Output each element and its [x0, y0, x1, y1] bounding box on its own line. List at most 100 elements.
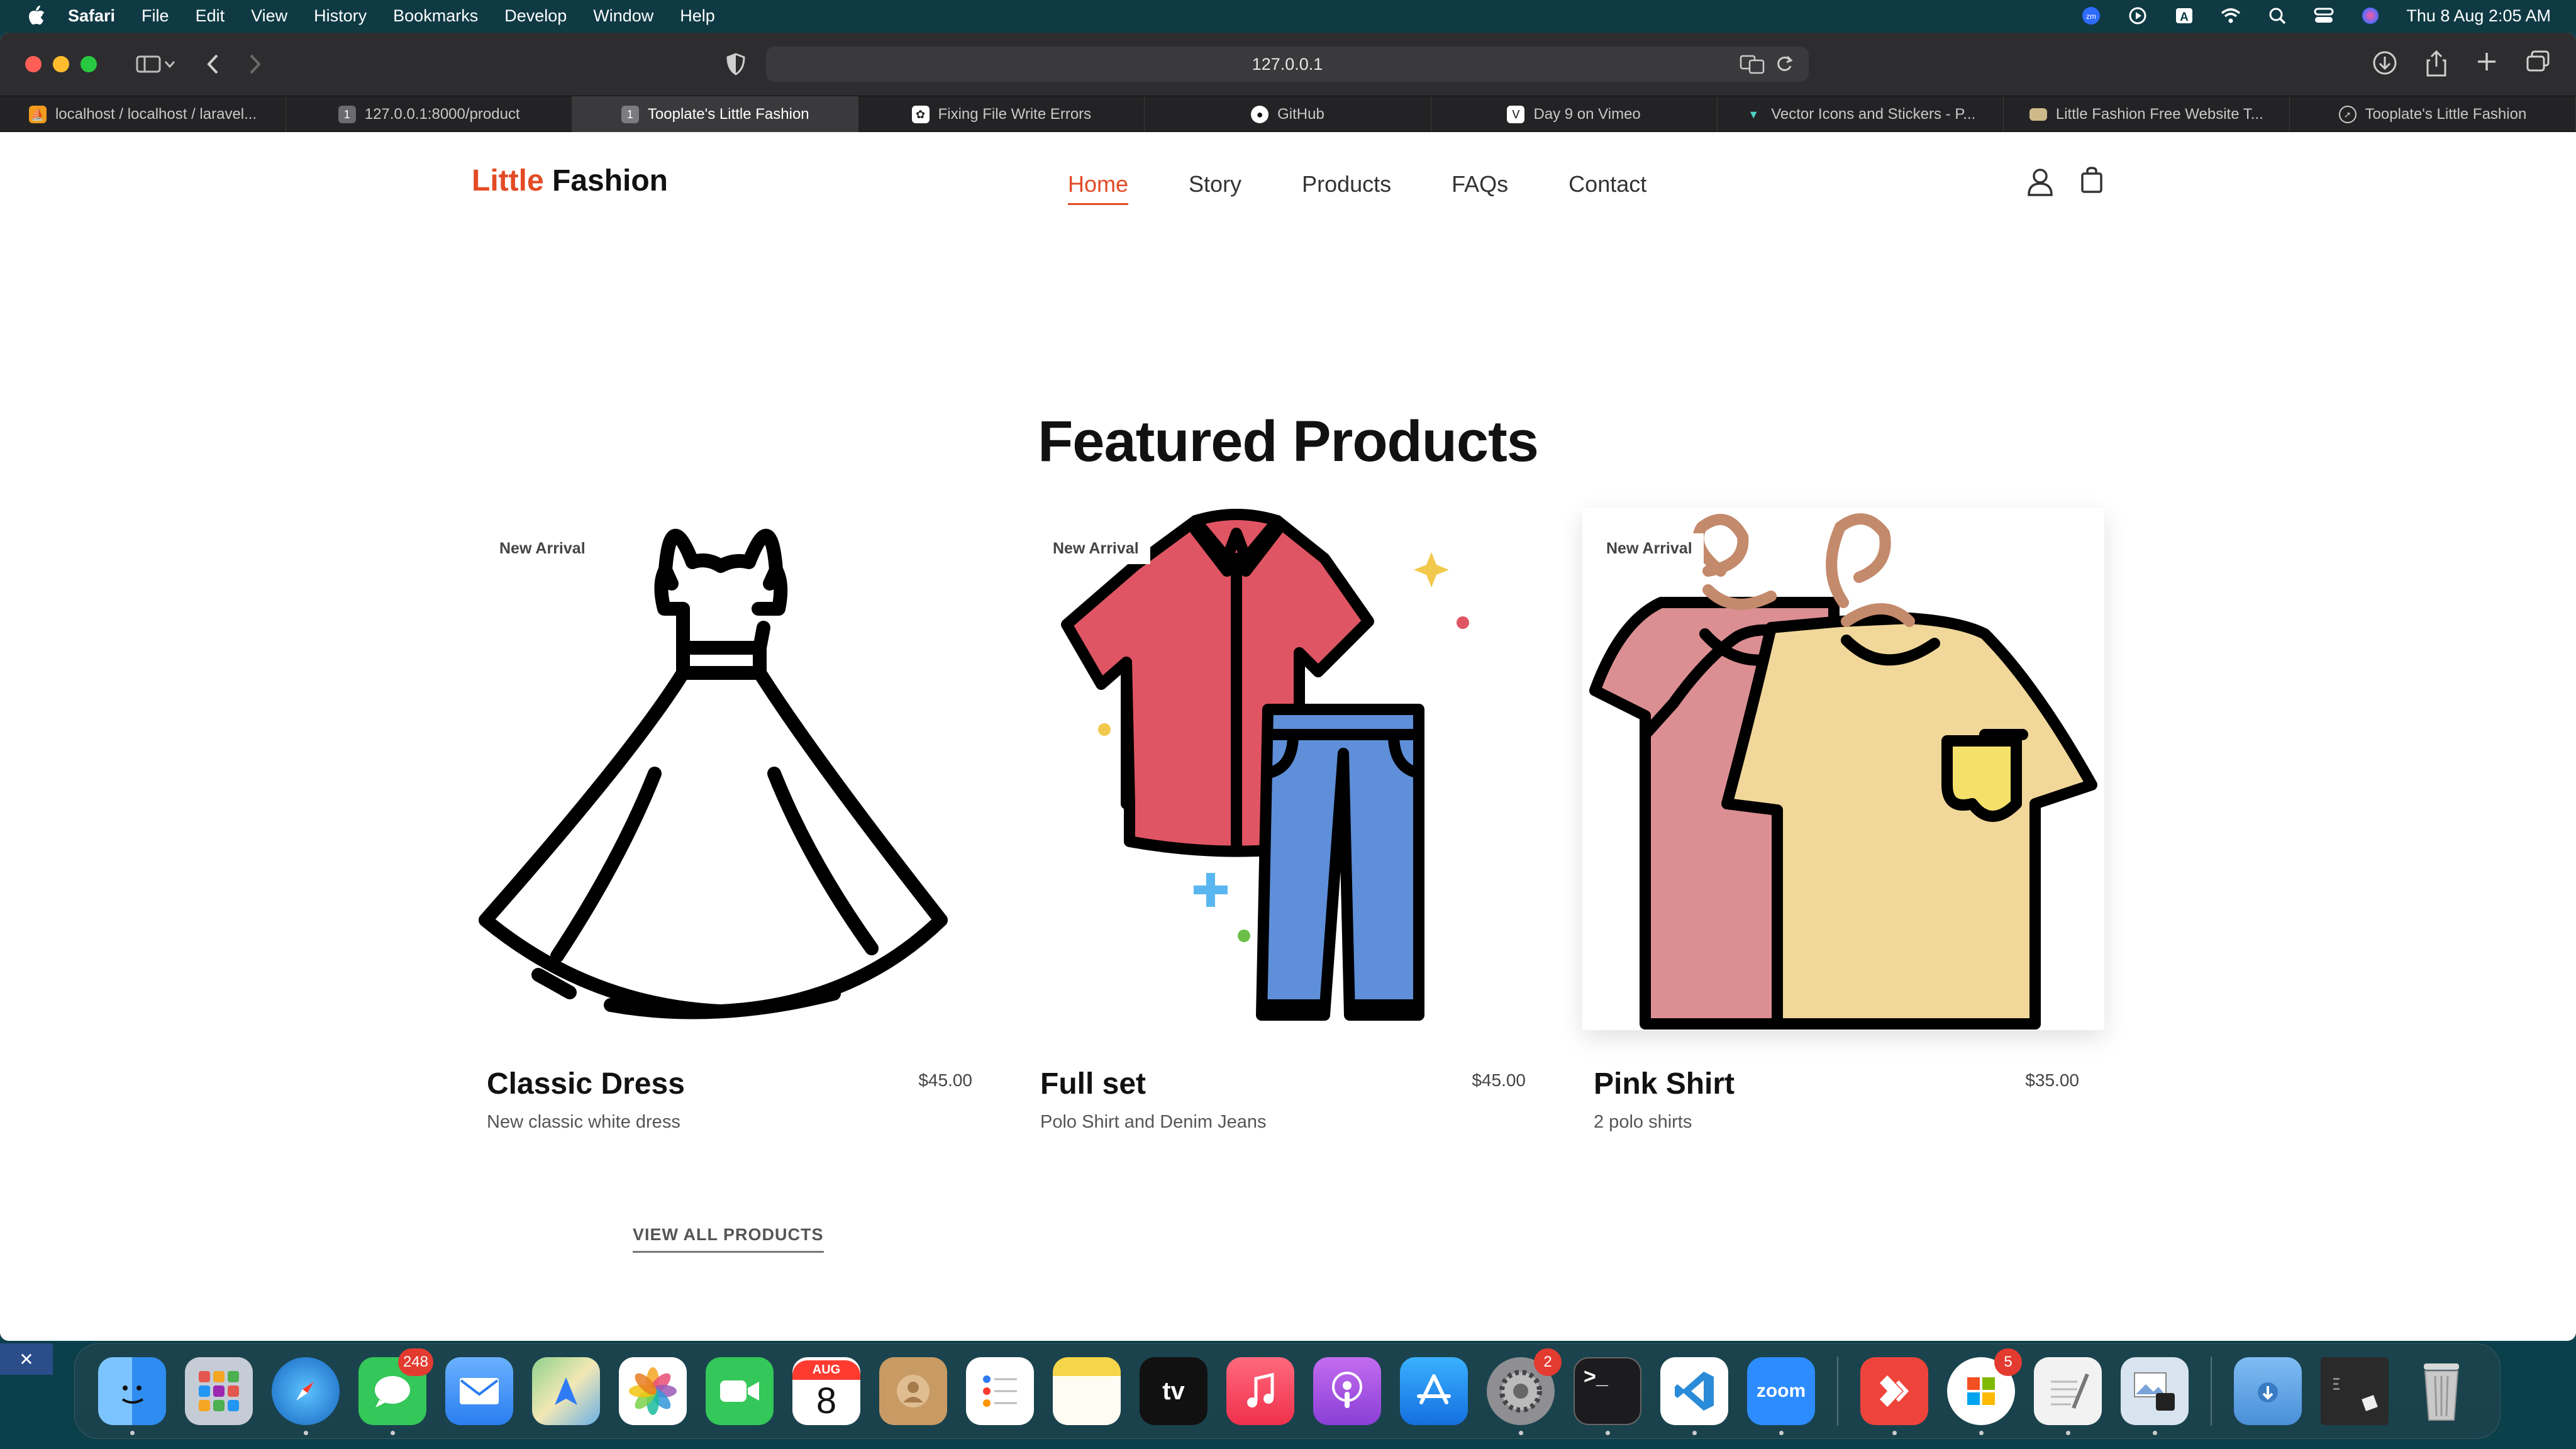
tab-little-fashion-active[interactable]: 1 Tooplate's Little Fashion — [572, 96, 859, 133]
dock-apple-tv[interactable]: tv — [1130, 1343, 1217, 1439]
dock-mail[interactable] — [436, 1343, 523, 1439]
product-name[interactable]: Pink Shirt — [1594, 1067, 1735, 1101]
product-image[interactable]: New Arrival — [1029, 508, 1551, 1030]
menu-edit[interactable]: Edit — [196, 6, 225, 26]
minimize-window-button[interactable] — [53, 56, 69, 72]
address-bar[interactable]: 127.0.0.1 — [766, 47, 1809, 82]
zoom-window-button[interactable] — [80, 56, 97, 72]
menu-develop[interactable]: Develop — [504, 6, 567, 26]
new-arrival-badge: New Arrival — [488, 533, 597, 564]
nav-story[interactable]: Story — [1189, 171, 1241, 197]
product-name[interactable]: Full set — [1040, 1067, 1146, 1101]
tab-phpmyadmin[interactable]: ⛵ localhost / localhost / laravel... — [0, 96, 287, 133]
product-card-full-set[interactable]: New Arrival Full set $45.00 Polo Shirt a… — [1029, 508, 1551, 1132]
nav-faqs[interactable]: FAQs — [1452, 171, 1508, 197]
tab-label: Day 9 on Vimeo — [1533, 106, 1641, 123]
dock-music[interactable] — [1217, 1343, 1304, 1439]
dock-zoom[interactable]: zoom — [1738, 1343, 1824, 1439]
view-all-products-link[interactable]: VIEW ALL PRODUCTS — [633, 1225, 824, 1253]
zoom-icon[interactable]: zm — [2080, 5, 2102, 26]
tab-little-fashion-2[interactable]: ➚ Tooplate's Little Fashion — [2290, 96, 2576, 133]
dock-textedit[interactable] — [2024, 1343, 2111, 1439]
dock-anydesk[interactable] — [1851, 1343, 1938, 1439]
control-center-icon[interactable] — [2313, 5, 2334, 26]
tab-overview-icon[interactable] — [2526, 50, 2551, 80]
user-account-icon[interactable] — [2026, 167, 2054, 199]
privacy-shield-icon[interactable] — [722, 50, 750, 78]
back-button[interactable] — [199, 50, 226, 78]
new-tab-icon[interactable] — [2475, 50, 2498, 80]
product-info: Full set $45.00 Polo Shirt and Denim Jea… — [1029, 1030, 1551, 1132]
shopping-bag-icon[interactable] — [2080, 166, 2103, 197]
tab-chatgpt[interactable]: ✿ Fixing File Write Errors — [858, 96, 1145, 133]
dock-podcasts[interactable] — [1304, 1343, 1391, 1439]
dock-screen-window[interactable] — [2311, 1343, 2398, 1439]
dock-vscode[interactable] — [1651, 1343, 1738, 1439]
share-icon[interactable] — [2425, 50, 2448, 80]
nav-contact[interactable]: Contact — [1568, 171, 1646, 197]
nav-home[interactable]: Home — [1068, 171, 1129, 205]
dock-facetime[interactable] — [696, 1343, 783, 1439]
translate-icon[interactable] — [1740, 53, 1765, 79]
menubar-clock[interactable]: Thu 8 Aug 2:05 AM — [2406, 6, 2551, 26]
product-price: $45.00 — [1472, 1070, 1526, 1090]
menu-view[interactable]: View — [251, 6, 287, 26]
dock-terminal[interactable]: >_ — [1564, 1343, 1651, 1439]
site-logo[interactable]: Little Fashion — [472, 164, 668, 198]
trash-icon — [2407, 1357, 2475, 1425]
menu-history[interactable]: History — [314, 6, 367, 26]
chevron-down-icon[interactable] — [162, 50, 177, 78]
product-name[interactable]: Classic Dress — [487, 1067, 685, 1101]
play-icon[interactable] — [2127, 5, 2148, 26]
dock-reminders[interactable] — [957, 1343, 1043, 1439]
spotlight-icon[interactable] — [2267, 5, 2288, 26]
tab-flaticon[interactable]: ▼ Vector Icons and Stickers - P... — [1718, 96, 2004, 133]
product-image[interactable]: New Arrival — [1582, 508, 2104, 1030]
dock-launchpad[interactable] — [175, 1343, 262, 1439]
shirts-on-hangers-icon — [1589, 513, 2097, 1030]
apple-logo-icon[interactable] — [24, 3, 49, 28]
product-card-pink-shirt[interactable]: New Arrival Pink Shirt $35.00 2 polo shi… — [1582, 508, 2104, 1132]
product-card-classic-dress[interactable]: New Arrival Classic Dress $45.00 New cla… — [475, 508, 997, 1132]
menu-app-safari[interactable]: Safari — [68, 6, 115, 26]
dock-safari[interactable] — [262, 1343, 349, 1439]
menu-file[interactable]: File — [142, 6, 169, 26]
dock-contacts[interactable] — [870, 1343, 957, 1439]
running-indicator — [130, 1431, 135, 1435]
reload-icon[interactable] — [1775, 53, 1794, 79]
address-bar-url[interactable]: 127.0.0.1 — [1252, 55, 1323, 74]
dock-photos[interactable] — [609, 1343, 696, 1439]
nav-products[interactable]: Products — [1302, 171, 1391, 197]
running-indicator — [1892, 1431, 1897, 1435]
dock-microsoft-store[interactable]: 5 — [1938, 1343, 2024, 1439]
dock-downloads-folder[interactable] — [2224, 1343, 2311, 1439]
tab-vimeo[interactable]: V Day 9 on Vimeo — [1431, 96, 1718, 133]
tab-label: localhost / localhost / laravel... — [55, 106, 257, 123]
close-window-button[interactable] — [25, 56, 42, 72]
wifi-icon[interactable] — [2220, 5, 2241, 26]
dock-maps[interactable] — [523, 1343, 609, 1439]
downloads-icon[interactable] — [2372, 50, 2397, 80]
menu-window[interactable]: Window — [593, 6, 653, 26]
sidebar-toggle-icon[interactable] — [135, 50, 162, 78]
product-image[interactable]: New Arrival — [475, 508, 997, 1030]
product-info: Pink Shirt $35.00 2 polo shirts — [1582, 1030, 2104, 1132]
tab-little-fashion-template[interactable]: Little Fashion Free Website T... — [2004, 96, 2290, 133]
dock-messages[interactable]: 248 — [349, 1343, 436, 1439]
dock-app-store[interactable] — [1391, 1343, 1477, 1439]
forward-button[interactable] — [242, 50, 269, 78]
dock-notes[interactable] — [1043, 1343, 1130, 1439]
keyboard-input-icon[interactable]: A — [2174, 5, 2195, 26]
dock-calendar[interactable]: AUG 8 — [783, 1343, 870, 1439]
running-indicator — [1692, 1431, 1697, 1435]
tab-github[interactable]: ● GitHub — [1145, 96, 1431, 133]
dock-system-settings[interactable]: 2 — [1477, 1343, 1564, 1439]
menu-help[interactable]: Help — [680, 6, 715, 26]
dock-finder[interactable] — [89, 1343, 175, 1439]
dock-trash[interactable] — [2398, 1343, 2485, 1439]
dock-preview[interactable] — [2111, 1343, 2198, 1439]
siri-icon[interactable] — [2360, 5, 2381, 26]
menu-bookmarks[interactable]: Bookmarks — [393, 6, 478, 26]
tab-product[interactable]: 1 127.0.0.1:8000/product — [286, 96, 573, 133]
page-icon: 1 — [621, 106, 639, 123]
